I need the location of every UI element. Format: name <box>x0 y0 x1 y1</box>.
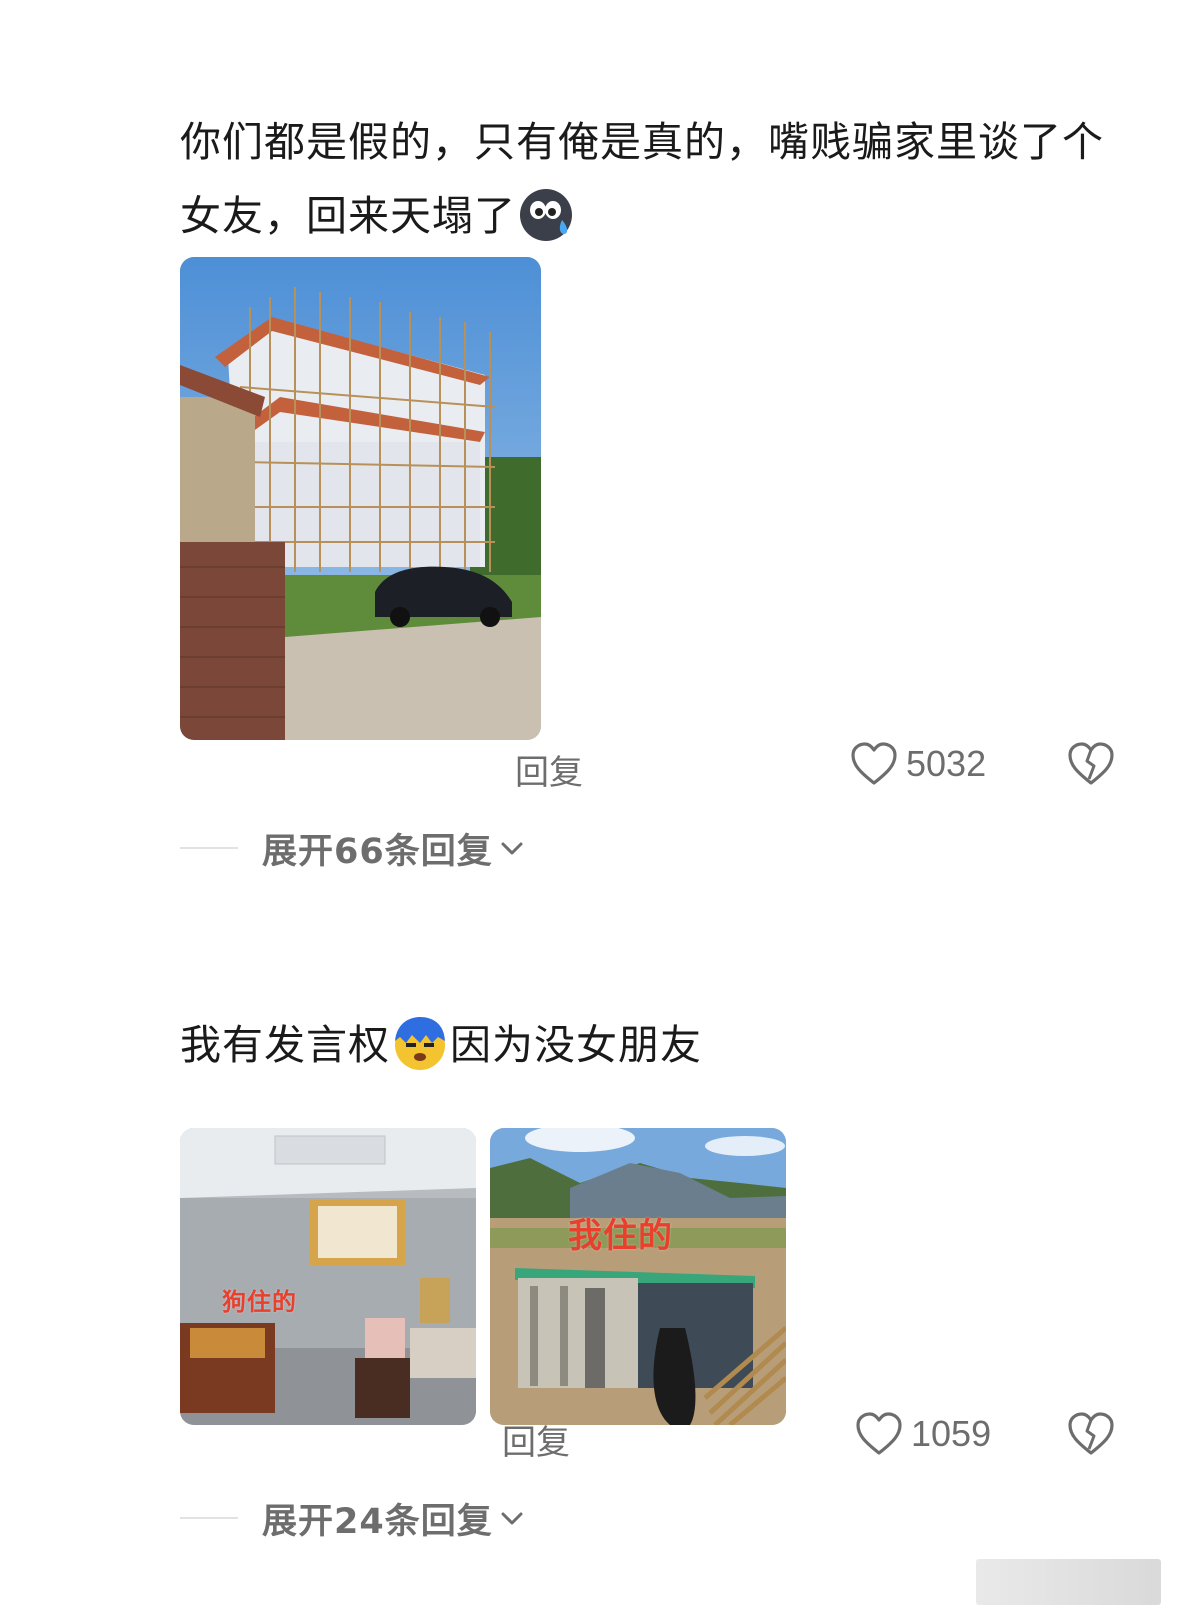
watermark <box>976 1559 1161 1605</box>
divider-line <box>180 847 238 849</box>
like-button[interactable]: 1059 <box>855 1411 991 1457</box>
comment-images: 狗住的 我住的 <box>180 1128 786 1425</box>
comment-text: 我有发言权 因为没女朋友 <box>180 1008 1110 1082</box>
reply-button[interactable]: 回复 <box>515 745 583 794</box>
like-button[interactable]: 5032 <box>850 741 986 787</box>
expand-replies-label: 展开24条回复 <box>262 1501 493 1542</box>
expand-replies-button[interactable]: 展开66条回复 <box>180 823 525 873</box>
photo-overlay-text: 狗住的 <box>222 1288 297 1316</box>
heart-icon <box>856 1412 902 1455</box>
reply-button[interactable]: 回复 <box>502 1415 570 1464</box>
comment-item: 你们都是假的，只有俺是真的，嘴贱骗家里谈了个女友，回来天塌了 回复 5032 展… <box>180 105 1120 872</box>
comment-actions: 回复 1059 <box>180 1412 1120 1465</box>
shack-photo[interactable]: 我住的 <box>490 1128 786 1425</box>
chevron-down-icon <box>501 1512 523 1525</box>
shocked-face-emoji-icon <box>392 1015 448 1071</box>
photo-overlay-text: 我住的 <box>568 1216 673 1256</box>
house-photo[interactable] <box>180 257 541 740</box>
expand-replies-label: 展开66条回复 <box>262 831 493 872</box>
crying-face-emoji-icon <box>518 186 574 242</box>
interior-photo[interactable]: 狗住的 <box>180 1128 476 1425</box>
comment-text-content: 你们都是假的，只有俺是真的，嘴贱骗家里谈了个女友，回来天塌了 <box>180 118 1104 240</box>
comment-item: 我有发言权 因为没女朋友 狗住的 我住的 回复 1059 展开24条回复 <box>180 1008 1120 1542</box>
comment-text: 你们都是假的，只有俺是真的，嘴贱骗家里谈了个女友，回来天塌了 <box>180 105 1110 253</box>
comment-actions: 回复 5032 <box>180 742 1120 795</box>
divider-line <box>180 1517 238 1519</box>
like-count: 5032 <box>906 743 987 784</box>
chevron-down-icon <box>501 842 523 855</box>
broken-heart-icon[interactable] <box>1067 1411 1115 1457</box>
heart-icon <box>851 742 897 785</box>
comment-text-content: 我有发言权 <box>180 1021 390 1069</box>
like-count: 1059 <box>911 1413 992 1454</box>
comment-images <box>180 257 541 740</box>
comment-text-tail: 因为没女朋友 <box>450 1021 702 1069</box>
expand-replies-button[interactable]: 展开24条回复 <box>180 1493 525 1543</box>
broken-heart-icon[interactable] <box>1067 741 1115 787</box>
